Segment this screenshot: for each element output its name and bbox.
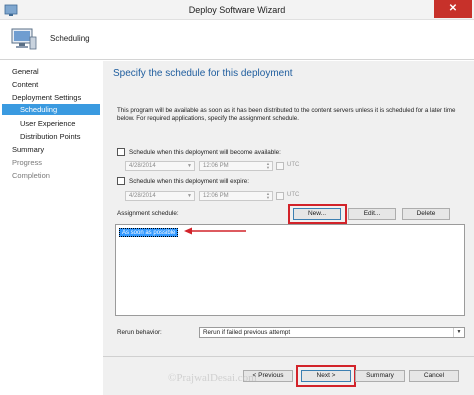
sidebar-item-completion: Completion xyxy=(12,171,50,180)
sidebar-item-distribution-points[interactable]: Distribution Points xyxy=(20,131,80,142)
next-button[interactable]: Next > xyxy=(301,370,351,382)
computer-icon xyxy=(11,28,37,50)
available-utc-label: UTC xyxy=(287,162,300,168)
wizard-sidebar: General Content Deployment Settings Sche… xyxy=(0,61,102,395)
available-schedule-row: Schedule when this deployment will becom… xyxy=(117,147,281,157)
summary-button[interactable]: Summary xyxy=(355,370,405,382)
available-date-field[interactable]: 4/28/2014 ▼ xyxy=(125,161,195,171)
expire-utc-checkbox[interactable] xyxy=(276,192,284,200)
cancel-button[interactable]: Cancel xyxy=(409,370,459,382)
delete-schedule-button[interactable]: Delete xyxy=(402,208,450,220)
rerun-behavior-value: Rerun if failed previous attempt xyxy=(203,329,291,336)
new-schedule-button[interactable]: New... xyxy=(293,208,341,220)
expire-schedule-row: Schedule when this deployment will expir… xyxy=(117,176,249,186)
expire-time-field[interactable]: 12:06 PM ▲ ▼ xyxy=(199,191,273,201)
expire-date-field[interactable]: 4/28/2014 ▼ xyxy=(125,191,195,201)
calendar-dropdown-icon: ▼ xyxy=(187,163,192,169)
available-date-value: 4/28/2014 xyxy=(129,163,156,169)
expire-date-value: 4/28/2014 xyxy=(129,193,156,199)
sidebar-item-content[interactable]: Content xyxy=(12,79,38,90)
expire-schedule-checkbox[interactable] xyxy=(117,177,125,185)
time-spinner-icon: ▲ ▼ xyxy=(266,161,270,170)
wizard-header: Scheduling xyxy=(0,20,474,60)
list-item[interactable]: As soon as possible xyxy=(119,228,179,237)
available-time-field[interactable]: 12:06 PM ▲ ▼ xyxy=(199,161,273,171)
sidebar-item-user-experience[interactable]: User Experience xyxy=(20,118,75,129)
annotation-arrow xyxy=(184,227,246,235)
rerun-behavior-select[interactable]: Rerun if failed previous attempt ▼ xyxy=(199,327,465,338)
expire-schedule-label: Schedule when this deployment will expir… xyxy=(129,177,250,185)
page-description: This program will be available as soon a… xyxy=(117,107,456,122)
available-time-value: 12:06 PM xyxy=(203,163,229,169)
sidebar-item-summary[interactable]: Summary xyxy=(12,144,44,155)
assignment-schedule-label: Assignment schedule: xyxy=(117,210,179,217)
available-datetime-row: 4/28/2014 ▼ 12:06 PM ▲ ▼ UTC xyxy=(125,161,315,171)
close-icon[interactable]: ✕ xyxy=(434,0,472,18)
expire-utc-label: UTC xyxy=(287,192,300,198)
rerun-behavior-label: Rerun behavior: xyxy=(117,329,162,336)
window-titlebar: Deploy Software Wizard ✕ xyxy=(0,0,474,20)
sidebar-item-deployment-settings[interactable]: Deployment Settings xyxy=(12,92,81,103)
page-title: Specify the schedule for this deployment xyxy=(113,68,293,79)
expire-time-value: 12:06 PM xyxy=(203,193,229,199)
calendar-dropdown-icon: ▼ xyxy=(187,193,192,199)
expire-datetime-row: 4/28/2014 ▼ 12:06 PM ▲ ▼ UTC xyxy=(125,191,315,201)
chevron-down-icon: ▼ xyxy=(453,328,464,337)
time-spinner-icon: ▲ ▼ xyxy=(266,191,270,200)
available-schedule-label: Schedule when this deployment will becom… xyxy=(129,148,281,156)
assignment-schedule-list[interactable]: As soon as possible xyxy=(115,224,465,316)
footer-divider xyxy=(103,356,474,357)
edit-schedule-button[interactable]: Edit... xyxy=(348,208,396,220)
sidebar-item-general[interactable]: General xyxy=(12,66,39,77)
window-title: Deploy Software Wizard xyxy=(188,5,286,15)
available-utc-checkbox[interactable] xyxy=(276,162,284,170)
wizard-content: Specify the schedule for this deployment… xyxy=(103,61,474,395)
sidebar-item-progress: Progress xyxy=(12,158,43,167)
watermark: ©PrajwalDesai.com xyxy=(168,372,257,384)
available-schedule-checkbox[interactable] xyxy=(117,148,125,156)
sidebar-item-scheduling[interactable]: Scheduling xyxy=(2,104,100,115)
header-title: Scheduling xyxy=(50,34,90,43)
